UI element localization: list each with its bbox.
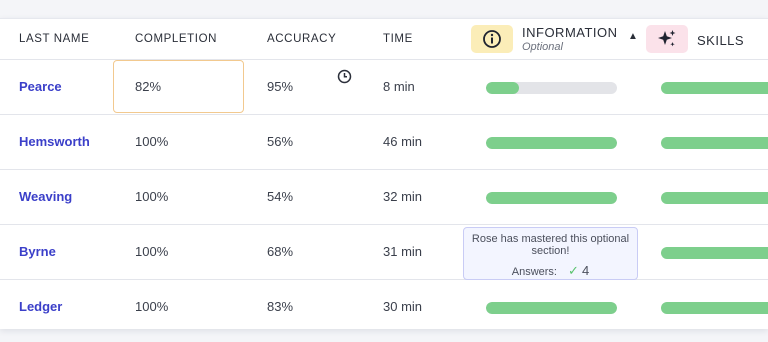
time-value: 46 min <box>383 134 423 149</box>
information-progress-bar <box>486 82 617 94</box>
accuracy-value: 68% <box>267 244 294 259</box>
table-row: Hemsworth 100% 56% 46 min <box>0 114 768 170</box>
student-name-link[interactable]: Ledger <box>19 299 62 314</box>
col-time[interactable]: TIME <box>383 33 413 45</box>
table-row: Weaving 100% 54% 32 min <box>0 169 768 225</box>
tooltip-answers: Answers: ✓ 4 <box>464 263 637 279</box>
table-row: Byrne 100% 68% 31 min Rose has mastered … <box>0 224 768 280</box>
time-value: 8 min <box>383 79 415 94</box>
student-name-link[interactable]: Pearce <box>19 79 62 94</box>
information-progress-bar <box>486 192 617 204</box>
skills-progress-bar <box>661 137 768 149</box>
completion-value: 100% <box>135 244 169 259</box>
clock-icon <box>337 69 352 84</box>
accuracy-value: 56% <box>267 134 294 149</box>
completion-value: 82% <box>135 79 162 94</box>
sparkle-icon <box>646 25 688 53</box>
time-value: 30 min <box>383 299 423 314</box>
table-row: Ledger 100% 83% 30 min <box>0 279 768 334</box>
table-row: Pearce 82% 95% 8 min <box>0 59 768 115</box>
information-title: INFORMATION <box>522 25 618 40</box>
skills-progress-bar <box>661 82 768 94</box>
accuracy-value: 95% <box>267 79 294 94</box>
completion-value: 100% <box>135 299 169 314</box>
answers-label: Answers: <box>511 266 557 278</box>
student-name-link[interactable]: Byrne <box>19 244 56 259</box>
sort-ascending-icon[interactable]: ▲ <box>628 31 638 42</box>
table-header: LAST NAME COMPLETION ACCURACY TIME INFOR… <box>0 19 768 60</box>
completion-value: 100% <box>135 134 169 149</box>
skills-progress-bar <box>661 247 768 259</box>
student-name-link[interactable]: Weaving <box>19 189 72 204</box>
answers-count: 4 <box>582 263 590 278</box>
skills-progress-bar <box>661 302 768 314</box>
information-subtitle: Optional <box>522 41 563 53</box>
col-completion[interactable]: COMPLETION <box>135 33 217 45</box>
time-value: 32 min <box>383 189 423 204</box>
check-icon: ✓ <box>568 263 579 278</box>
information-progress-bar <box>486 302 617 314</box>
skills-title[interactable]: SKILLS <box>697 33 744 48</box>
completion-highlight[interactable] <box>113 60 352 113</box>
completion-value: 100% <box>135 189 169 204</box>
accuracy-value: 54% <box>267 189 294 204</box>
results-table: LAST NAME COMPLETION ACCURACY TIME INFOR… <box>0 18 768 329</box>
col-accuracy[interactable]: ACCURACY <box>267 33 336 45</box>
accuracy-value: 83% <box>267 299 294 314</box>
mastery-tooltip: Rose has mastered this optional section!… <box>463 227 638 280</box>
tooltip-message: Rose has mastered this optional section! <box>471 233 630 257</box>
information-progress-bar <box>486 137 617 149</box>
time-value: 31 min <box>383 244 423 259</box>
student-name-link[interactable]: Hemsworth <box>19 134 90 149</box>
info-circle-icon <box>471 25 513 53</box>
skills-progress-bar <box>661 192 768 204</box>
col-last-name[interactable]: LAST NAME <box>19 33 89 45</box>
